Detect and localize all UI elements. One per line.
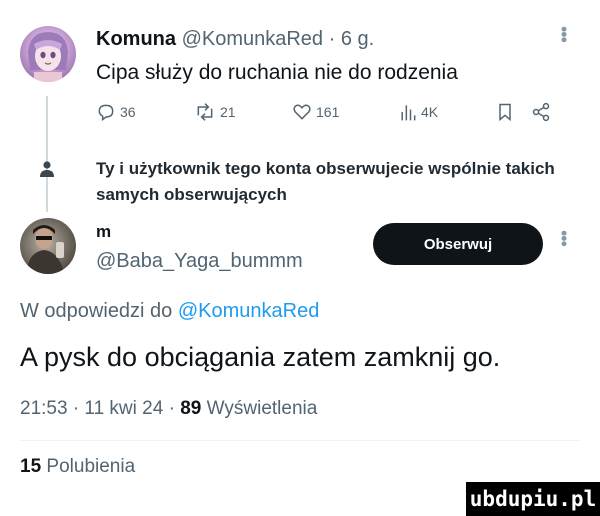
reply-text: A pysk do obciągania zatem zamknij go.	[20, 342, 501, 372]
follow-button[interactable]: Obserwuj	[373, 223, 543, 265]
in-reply-mention[interactable]: @KomunkaRed	[178, 300, 319, 322]
tweet-time[interactable]: · 6 g.	[329, 28, 375, 50]
reply-likes-label: Polubienia	[46, 456, 136, 477]
views-count: 4K	[421, 104, 439, 120]
share-button[interactable]	[531, 102, 551, 122]
author-handle[interactable]: @KomunkaRed	[182, 28, 323, 50]
reply-likes[interactable]: 15 Polubienia	[20, 456, 135, 478]
divider	[20, 440, 580, 441]
reply-timestamp[interactable]: 21:53 · 11 kwi 24 ·	[20, 398, 180, 419]
reply-views-count: 89	[180, 398, 202, 419]
reply-icon	[98, 104, 114, 121]
share-icon	[532, 102, 550, 122]
retweet-count: 21	[220, 104, 236, 120]
like-count: 161	[316, 104, 340, 120]
retweet-icon	[197, 103, 213, 121]
suggested-user-name[interactable]: m	[96, 222, 111, 242]
bar-chart-icon	[401, 105, 416, 121]
person-photo-art	[26, 225, 64, 274]
suggested-user-handle[interactable]: @Baba_Yaga_bummm	[96, 250, 303, 273]
tweet-actions: 36 21 161 4K	[96, 102, 551, 128]
komuna-avatar[interactable]	[20, 26, 76, 82]
like-button[interactable]: 161	[292, 102, 339, 122]
thread-line	[46, 96, 48, 212]
reply-views-label: Wyświetlenia	[206, 398, 318, 419]
person-icon	[40, 161, 54, 177]
bookmark-button[interactable]	[496, 102, 514, 122]
reply-count: 36	[120, 104, 136, 120]
anime-avatar-art	[28, 32, 68, 82]
in-reply-prefix: W odpowiedzi do	[20, 300, 173, 322]
more-vertical-icon[interactable]: •••	[553, 230, 574, 246]
similar-followers-note: Ty i użytkownik tego konta obserwujecie …	[96, 159, 555, 204]
tweet-header: Komuna @KomunkaRed · 6 g.	[96, 26, 374, 52]
more-vertical-icon[interactable]: •••	[553, 26, 574, 42]
tweet-text: Cipa służy do ruchania nie do rodzenia	[96, 61, 458, 84]
reply-meta: 21:53 · 11 kwi 24 · 89 Wyświetlenia	[20, 398, 317, 420]
reply-button[interactable]: 36	[96, 102, 136, 122]
author-name[interactable]: Komuna	[96, 28, 176, 50]
views-button[interactable]: 4K	[399, 102, 438, 122]
heart-icon	[293, 104, 311, 120]
suggested-user-avatar[interactable]	[20, 218, 76, 274]
bookmark-icon	[499, 103, 511, 122]
retweet-button[interactable]: 21	[194, 102, 236, 122]
site-watermark: ubdupiu.pl	[466, 482, 600, 516]
in-reply-to: W odpowiedzi do @KomunkaRed	[20, 300, 319, 323]
reply-likes-count: 15	[20, 456, 42, 477]
